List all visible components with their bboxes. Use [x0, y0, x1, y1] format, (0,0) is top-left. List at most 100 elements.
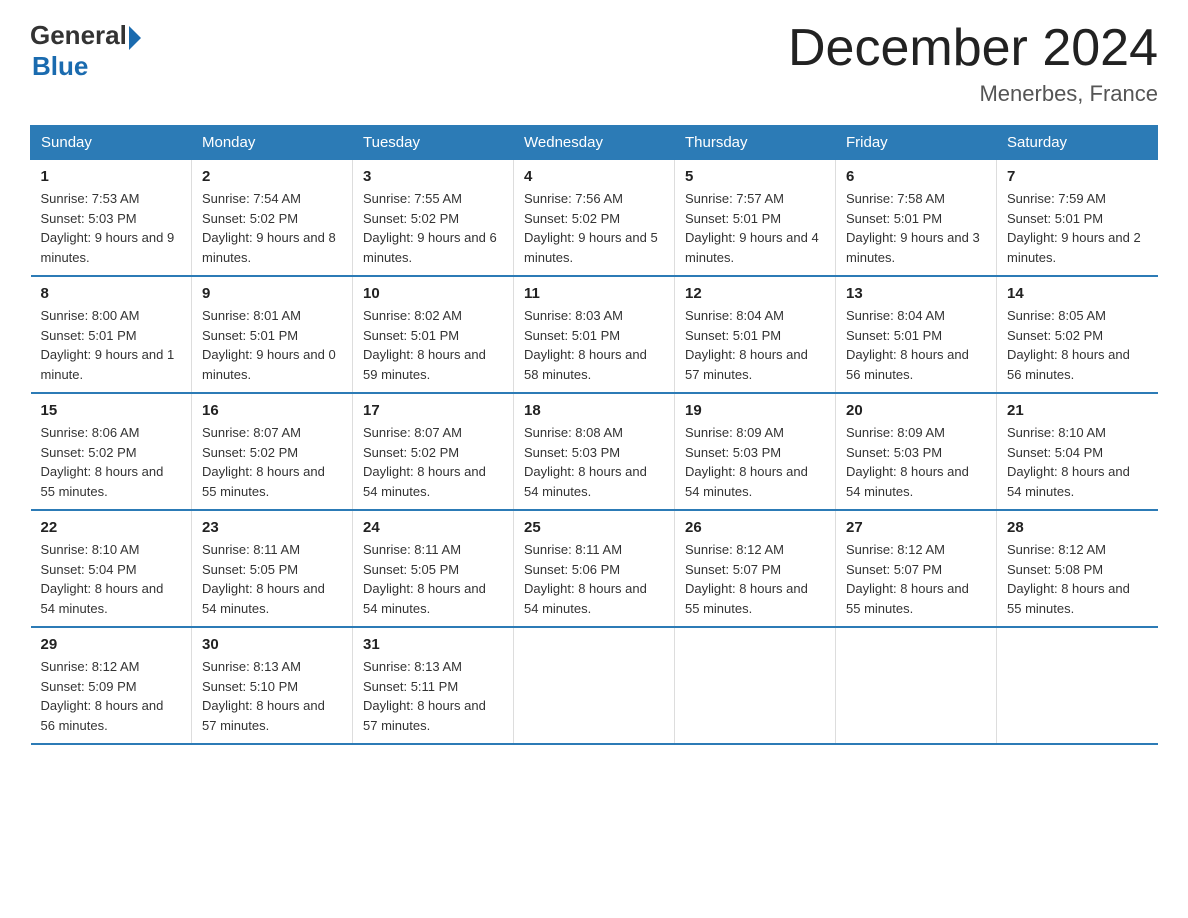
day-info: Sunrise: 7:53 AMSunset: 5:03 PMDaylight:…: [41, 191, 175, 265]
calendar-cell: 5 Sunrise: 7:57 AMSunset: 5:01 PMDayligh…: [675, 160, 836, 277]
logo-arrow-icon: [129, 26, 141, 50]
calendar-cell: 23 Sunrise: 8:11 AMSunset: 5:05 PMDaylig…: [192, 510, 353, 627]
day-number: 27: [846, 519, 986, 536]
page-title: December 2024: [788, 20, 1158, 77]
day-info: Sunrise: 8:10 AMSunset: 5:04 PMDaylight:…: [41, 542, 164, 616]
page-header: General Blue December 2024 Menerbes, Fra…: [30, 20, 1158, 107]
day-info: Sunrise: 8:11 AMSunset: 5:06 PMDaylight:…: [524, 542, 647, 616]
day-number: 8: [41, 285, 182, 302]
calendar-cell: 2 Sunrise: 7:54 AMSunset: 5:02 PMDayligh…: [192, 160, 353, 277]
calendar-row: 1 Sunrise: 7:53 AMSunset: 5:03 PMDayligh…: [31, 160, 1158, 277]
day-number: 9: [202, 285, 342, 302]
calendar-cell: 18 Sunrise: 8:08 AMSunset: 5:03 PMDaylig…: [514, 393, 675, 510]
calendar-cell: 31 Sunrise: 8:13 AMSunset: 5:11 PMDaylig…: [353, 627, 514, 744]
day-info: Sunrise: 8:00 AMSunset: 5:01 PMDaylight:…: [41, 308, 175, 382]
calendar-row: 29 Sunrise: 8:12 AMSunset: 5:09 PMDaylig…: [31, 627, 1158, 744]
day-number: 24: [363, 519, 503, 536]
day-info: Sunrise: 8:12 AMSunset: 5:07 PMDaylight:…: [685, 542, 808, 616]
header-cell-wednesday: Wednesday: [514, 126, 675, 160]
day-info: Sunrise: 7:55 AMSunset: 5:02 PMDaylight:…: [363, 191, 497, 265]
day-number: 1: [41, 168, 182, 185]
day-number: 29: [41, 636, 182, 653]
calendar-cell: 10 Sunrise: 8:02 AMSunset: 5:01 PMDaylig…: [353, 276, 514, 393]
calendar-cell: [514, 627, 675, 744]
logo-general-text: General: [30, 20, 127, 51]
day-number: 11: [524, 285, 664, 302]
calendar-row: 15 Sunrise: 8:06 AMSunset: 5:02 PMDaylig…: [31, 393, 1158, 510]
calendar-cell: 20 Sunrise: 8:09 AMSunset: 5:03 PMDaylig…: [836, 393, 997, 510]
calendar-cell: 3 Sunrise: 7:55 AMSunset: 5:02 PMDayligh…: [353, 160, 514, 277]
day-info: Sunrise: 7:54 AMSunset: 5:02 PMDaylight:…: [202, 191, 336, 265]
calendar-cell: 9 Sunrise: 8:01 AMSunset: 5:01 PMDayligh…: [192, 276, 353, 393]
day-info: Sunrise: 7:59 AMSunset: 5:01 PMDaylight:…: [1007, 191, 1141, 265]
day-info: Sunrise: 8:03 AMSunset: 5:01 PMDaylight:…: [524, 308, 647, 382]
calendar-cell: 19 Sunrise: 8:09 AMSunset: 5:03 PMDaylig…: [675, 393, 836, 510]
day-info: Sunrise: 8:04 AMSunset: 5:01 PMDaylight:…: [846, 308, 969, 382]
calendar-cell: 26 Sunrise: 8:12 AMSunset: 5:07 PMDaylig…: [675, 510, 836, 627]
day-info: Sunrise: 8:09 AMSunset: 5:03 PMDaylight:…: [685, 425, 808, 499]
day-number: 28: [1007, 519, 1148, 536]
calendar-cell: [836, 627, 997, 744]
calendar-row: 22 Sunrise: 8:10 AMSunset: 5:04 PMDaylig…: [31, 510, 1158, 627]
day-number: 18: [524, 402, 664, 419]
day-number: 22: [41, 519, 182, 536]
day-number: 10: [363, 285, 503, 302]
header-cell-monday: Monday: [192, 126, 353, 160]
day-number: 17: [363, 402, 503, 419]
header-cell-friday: Friday: [836, 126, 997, 160]
header-row: SundayMondayTuesdayWednesdayThursdayFrid…: [31, 126, 1158, 160]
day-number: 31: [363, 636, 503, 653]
calendar-cell: 25 Sunrise: 8:11 AMSunset: 5:06 PMDaylig…: [514, 510, 675, 627]
day-info: Sunrise: 8:13 AMSunset: 5:10 PMDaylight:…: [202, 659, 325, 733]
calendar-cell: 15 Sunrise: 8:06 AMSunset: 5:02 PMDaylig…: [31, 393, 192, 510]
header-cell-saturday: Saturday: [997, 126, 1158, 160]
day-number: 5: [685, 168, 825, 185]
calendar-cell: 7 Sunrise: 7:59 AMSunset: 5:01 PMDayligh…: [997, 160, 1158, 277]
calendar-body: 1 Sunrise: 7:53 AMSunset: 5:03 PMDayligh…: [31, 160, 1158, 745]
calendar-cell: 17 Sunrise: 8:07 AMSunset: 5:02 PMDaylig…: [353, 393, 514, 510]
calendar-cell: [997, 627, 1158, 744]
day-info: Sunrise: 8:09 AMSunset: 5:03 PMDaylight:…: [846, 425, 969, 499]
calendar-cell: [675, 627, 836, 744]
calendar-cell: 30 Sunrise: 8:13 AMSunset: 5:10 PMDaylig…: [192, 627, 353, 744]
calendar-cell: 6 Sunrise: 7:58 AMSunset: 5:01 PMDayligh…: [836, 160, 997, 277]
calendar-cell: 28 Sunrise: 8:12 AMSunset: 5:08 PMDaylig…: [997, 510, 1158, 627]
calendar-header: SundayMondayTuesdayWednesdayThursdayFrid…: [31, 126, 1158, 160]
calendar-table: SundayMondayTuesdayWednesdayThursdayFrid…: [30, 125, 1158, 745]
day-info: Sunrise: 7:58 AMSunset: 5:01 PMDaylight:…: [846, 191, 980, 265]
header-cell-sunday: Sunday: [31, 126, 192, 160]
calendar-cell: 1 Sunrise: 7:53 AMSunset: 5:03 PMDayligh…: [31, 160, 192, 277]
day-number: 15: [41, 402, 182, 419]
day-info: Sunrise: 8:10 AMSunset: 5:04 PMDaylight:…: [1007, 425, 1130, 499]
day-info: Sunrise: 8:08 AMSunset: 5:03 PMDaylight:…: [524, 425, 647, 499]
day-number: 21: [1007, 402, 1148, 419]
calendar-cell: 29 Sunrise: 8:12 AMSunset: 5:09 PMDaylig…: [31, 627, 192, 744]
day-info: Sunrise: 8:04 AMSunset: 5:01 PMDaylight:…: [685, 308, 808, 382]
day-number: 4: [524, 168, 664, 185]
day-info: Sunrise: 8:12 AMSunset: 5:08 PMDaylight:…: [1007, 542, 1130, 616]
day-number: 30: [202, 636, 342, 653]
calendar-cell: 22 Sunrise: 8:10 AMSunset: 5:04 PMDaylig…: [31, 510, 192, 627]
day-number: 23: [202, 519, 342, 536]
day-info: Sunrise: 8:06 AMSunset: 5:02 PMDaylight:…: [41, 425, 164, 499]
day-info: Sunrise: 8:01 AMSunset: 5:01 PMDaylight:…: [202, 308, 336, 382]
day-info: Sunrise: 8:12 AMSunset: 5:07 PMDaylight:…: [846, 542, 969, 616]
day-info: Sunrise: 8:12 AMSunset: 5:09 PMDaylight:…: [41, 659, 164, 733]
calendar-cell: 16 Sunrise: 8:07 AMSunset: 5:02 PMDaylig…: [192, 393, 353, 510]
day-info: Sunrise: 8:05 AMSunset: 5:02 PMDaylight:…: [1007, 308, 1130, 382]
logo-blue-text: Blue: [32, 51, 88, 82]
header-cell-thursday: Thursday: [675, 126, 836, 160]
header-cell-tuesday: Tuesday: [353, 126, 514, 160]
day-info: Sunrise: 8:07 AMSunset: 5:02 PMDaylight:…: [202, 425, 325, 499]
day-number: 7: [1007, 168, 1148, 185]
day-number: 25: [524, 519, 664, 536]
day-number: 3: [363, 168, 503, 185]
calendar-cell: 11 Sunrise: 8:03 AMSunset: 5:01 PMDaylig…: [514, 276, 675, 393]
title-area: December 2024 Menerbes, France: [788, 20, 1158, 107]
day-number: 26: [685, 519, 825, 536]
calendar-cell: 24 Sunrise: 8:11 AMSunset: 5:05 PMDaylig…: [353, 510, 514, 627]
day-number: 20: [846, 402, 986, 419]
day-info: Sunrise: 8:11 AMSunset: 5:05 PMDaylight:…: [363, 542, 486, 616]
day-info: Sunrise: 7:57 AMSunset: 5:01 PMDaylight:…: [685, 191, 819, 265]
day-number: 6: [846, 168, 986, 185]
